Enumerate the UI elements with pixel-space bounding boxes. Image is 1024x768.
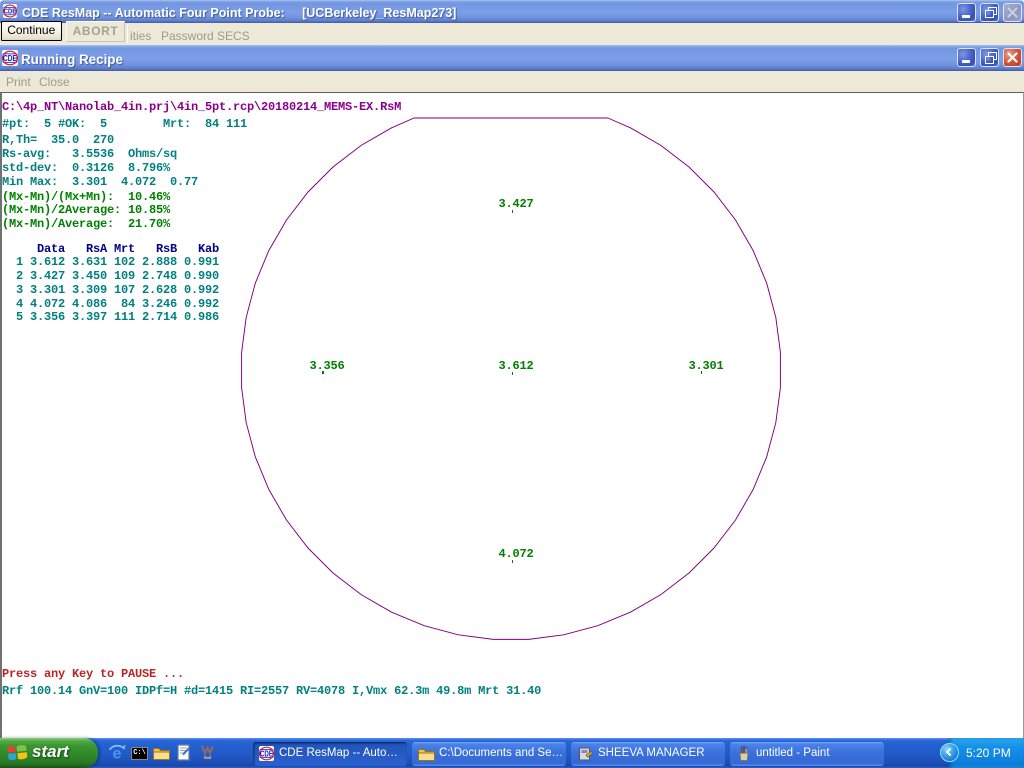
svg-text:CDE: CDE: [260, 750, 273, 759]
svg-text:e: e: [113, 746, 122, 763]
